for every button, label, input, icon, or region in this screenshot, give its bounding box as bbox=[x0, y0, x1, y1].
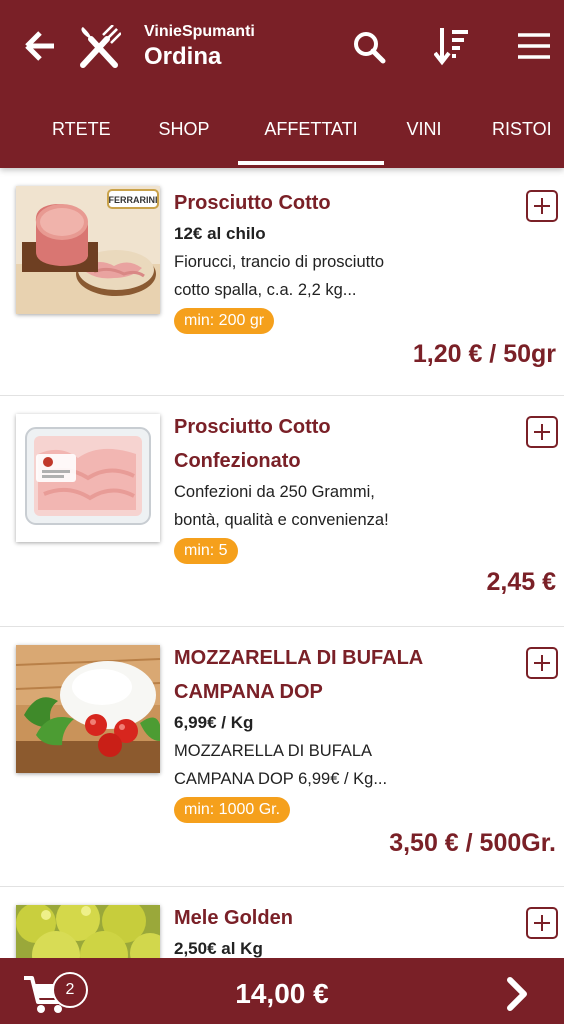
list-item[interactable]: Prosciutto Cotto Confezionato Confezioni… bbox=[0, 396, 564, 627]
search-icon[interactable] bbox=[348, 26, 390, 68]
product-info: Mele Golden 2,50€ al Kg bbox=[174, 901, 514, 958]
product-description: Fiorucci, trancio di prosciutto bbox=[174, 253, 384, 271]
product-price: 2,45 € bbox=[486, 568, 556, 596]
page-title: Ordina bbox=[144, 43, 222, 70]
product-price: 1,20 € / 50gr bbox=[412, 340, 556, 368]
sort-icon[interactable] bbox=[432, 24, 472, 68]
product-description: CAMPANA DOP 6,99€ / Kg... bbox=[174, 770, 388, 788]
product-unit-price: 2,50€ al Kg bbox=[174, 939, 263, 958]
min-quantity-badge: min: 1000 Gr. bbox=[174, 797, 291, 823]
list-item[interactable]: Mele Golden 2,50€ al Kg bbox=[0, 887, 564, 958]
product-image: FERRARINI bbox=[16, 186, 160, 314]
min-quantity-badge: min: 200 gr bbox=[174, 308, 275, 334]
header-titles: VinieSpumanti Ordina bbox=[144, 22, 255, 72]
tab-ristoi[interactable]: RISTOI bbox=[492, 96, 554, 168]
tab-vini[interactable]: VINI bbox=[404, 96, 444, 168]
product-unit-price: 6,99€ / Kg bbox=[174, 713, 254, 732]
product-description: MOZZARELLA DI BUFALA bbox=[174, 742, 373, 760]
product-image bbox=[16, 905, 160, 958]
product-name: Prosciutto Cotto bbox=[174, 416, 331, 438]
list-item[interactable]: MOZZARELLA DI BUFALA CAMPANA DOP 6,99€ /… bbox=[0, 627, 564, 887]
product-name: Confezionato bbox=[174, 450, 301, 472]
list-item[interactable]: FERRARINI Prosciutto Cotto 12€ al chilo … bbox=[0, 168, 564, 396]
product-description: bontà, qualità e convenienza! bbox=[174, 511, 389, 529]
product-list: FERRARINI Prosciutto Cotto 12€ al chilo … bbox=[0, 168, 564, 958]
tab-shop[interactable]: SHOP bbox=[158, 96, 210, 168]
product-image bbox=[16, 645, 160, 773]
plus-square-icon[interactable] bbox=[526, 647, 558, 679]
product-description: Confezioni da 250 Grammi, bbox=[174, 483, 375, 501]
hamburger-menu-icon[interactable] bbox=[514, 26, 554, 66]
arrow-left-icon[interactable] bbox=[20, 26, 60, 66]
plus-square-icon[interactable] bbox=[526, 416, 558, 448]
product-name: CAMPANA DOP bbox=[174, 681, 323, 703]
product-unit-price: 12€ al chilo bbox=[174, 224, 266, 243]
brand-label: FERRARINI bbox=[109, 195, 158, 205]
toolbar: VinieSpumanti Ordina bbox=[0, 0, 564, 96]
cart-total: 14,00 € bbox=[235, 978, 329, 1009]
product-description: cotto spalla, c.a. 2,2 kg... bbox=[174, 281, 357, 299]
product-name: Prosciutto Cotto bbox=[174, 192, 331, 214]
plus-square-icon[interactable] bbox=[526, 907, 558, 939]
cart-bar: 2 14,00 € bbox=[0, 958, 564, 1024]
product-price: 3,50 € / 500Gr. bbox=[389, 829, 556, 857]
product-name: MOZZARELLA DI BUFALA bbox=[174, 647, 424, 669]
app-bar: VinieSpumanti Ordina RTETE SHOP AFFETTAT… bbox=[0, 0, 564, 168]
app-subtitle: VinieSpumanti bbox=[144, 23, 255, 40]
product-image bbox=[16, 414, 160, 542]
plus-square-icon[interactable] bbox=[526, 190, 558, 222]
tab-affettati[interactable]: AFFETTATI bbox=[238, 96, 384, 168]
category-tabs: RTETE SHOP AFFETTATI VINI RISTOI bbox=[0, 96, 564, 168]
product-name: Mele Golden bbox=[174, 907, 293, 929]
chevron-right-icon[interactable] bbox=[500, 976, 536, 1012]
tab-rtete[interactable]: RTETE bbox=[52, 96, 111, 168]
product-info: Prosciutto Cotto 12€ al chilo Fiorucci, … bbox=[174, 186, 514, 334]
min-quantity-badge: min: 5 bbox=[174, 538, 238, 564]
product-info: Prosciutto Cotto Confezionato Confezioni… bbox=[174, 410, 514, 564]
product-info: MOZZARELLA DI BUFALA CAMPANA DOP 6,99€ /… bbox=[174, 641, 514, 823]
fork-knife-icon bbox=[76, 24, 122, 70]
